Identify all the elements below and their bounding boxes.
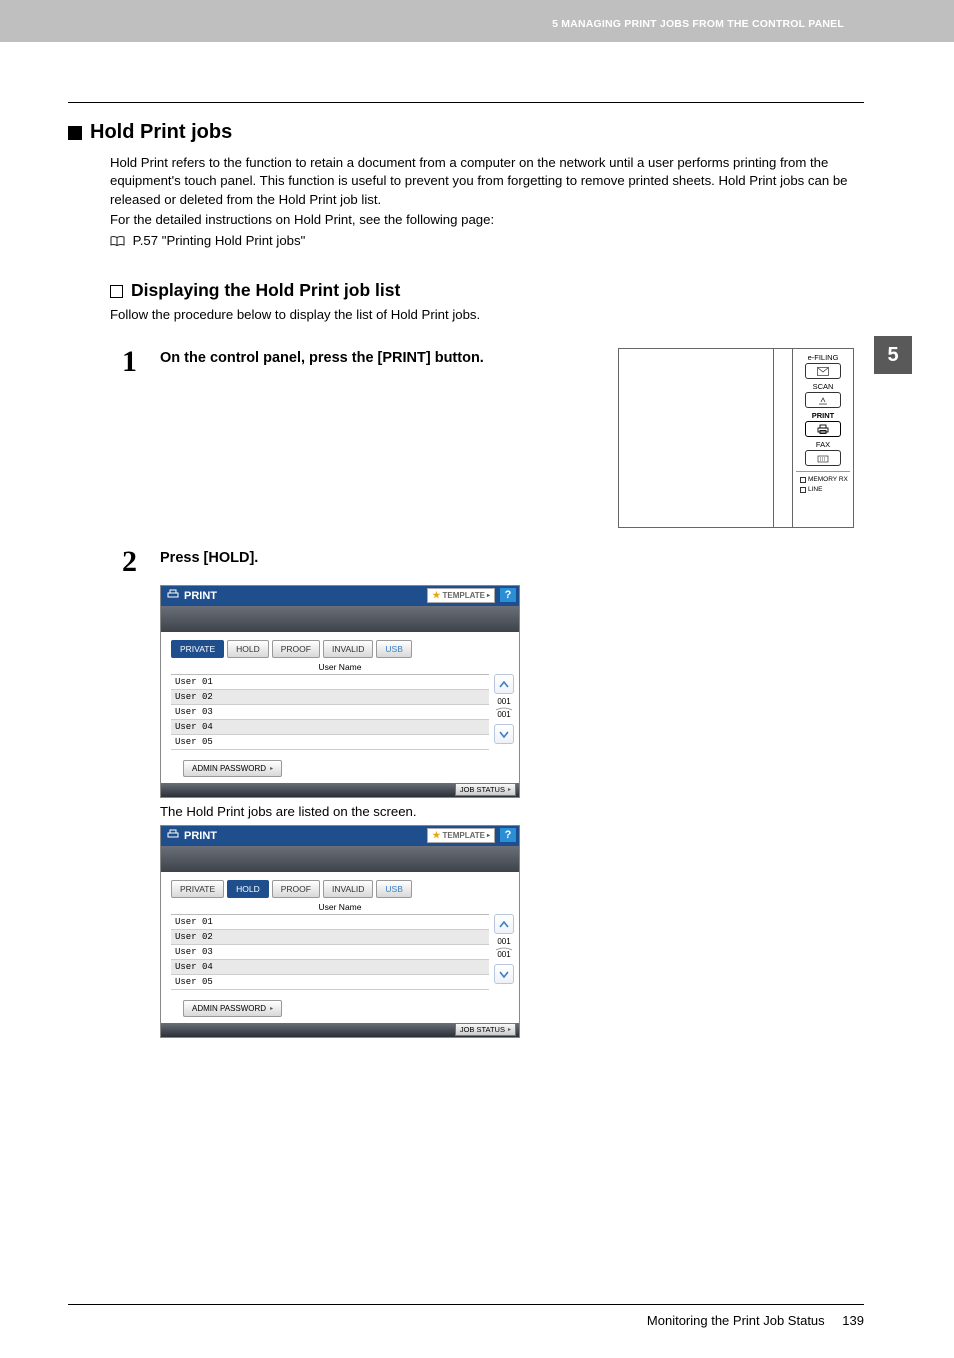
list-item[interactable]: User 03: [171, 945, 489, 960]
tab-hold[interactable]: HOLD: [227, 880, 269, 898]
control-panel-illustration: e-FILING SCAN PRINT FAX MEMORY RX LINE: [618, 348, 854, 528]
tab-proof[interactable]: PROOF: [272, 880, 320, 898]
scroll-down-button[interactable]: [494, 964, 514, 984]
line-indicator: LINE: [800, 486, 850, 493]
tab-proof[interactable]: PROOF: [272, 640, 320, 658]
list-item[interactable]: User 01: [171, 915, 489, 930]
memory-rx-indicator: MEMORY RX: [800, 476, 850, 483]
printer-icon: [167, 829, 179, 843]
help-button[interactable]: ?: [500, 588, 516, 602]
list-item[interactable]: User 03: [171, 705, 489, 720]
step-2-result: The Hold Print jobs are listed on the sc…: [160, 804, 864, 819]
admin-password-button[interactable]: ADMIN PASSWORD▸: [183, 760, 282, 777]
screen-spacer: [161, 606, 519, 632]
scan-button-group: SCAN: [796, 382, 850, 408]
job-list: User 01 User 02 User 03 User 04 User 05: [171, 914, 489, 990]
tabs-row: PRIVATE HOLD PROOF INVALID USB: [161, 872, 519, 898]
bottom-status-bar: JOB STATUS▸: [161, 783, 519, 797]
screen-title-bar: PRINT ★TEMPLATE▸ ?: [161, 586, 519, 606]
print-button[interactable]: [805, 421, 841, 437]
tab-private[interactable]: PRIVATE: [171, 880, 224, 898]
scan-button[interactable]: [805, 392, 841, 408]
scroll-up-button[interactable]: [494, 914, 514, 934]
print-button-group: PRINT: [796, 411, 850, 437]
screen-title-bar: PRINT ★TEMPLATE▸ ?: [161, 826, 519, 846]
fax-label: FAX: [816, 440, 830, 449]
subsection-title: Displaying the Hold Print job list: [131, 280, 400, 301]
list-item[interactable]: User 05: [171, 735, 489, 750]
efiling-button[interactable]: [805, 363, 841, 379]
step-1-instruction: On the control panel, press the [PRINT] …: [160, 348, 484, 366]
tab-private[interactable]: PRIVATE: [171, 640, 224, 658]
page-indicator: 001 001: [495, 698, 513, 720]
tab-usb[interactable]: USB: [376, 880, 411, 898]
admin-password-button[interactable]: ADMIN PASSWORD▸: [183, 1000, 282, 1017]
help-button[interactable]: ?: [500, 828, 516, 842]
fax-button-group: FAX: [796, 440, 850, 466]
efiling-label: e-FILING: [808, 353, 839, 362]
intro-para-1: Hold Print refers to the function to ret…: [110, 154, 864, 209]
column-header: User Name: [161, 658, 519, 674]
section-bullet-icon: [68, 126, 82, 140]
chapter-running-head: 5 MANAGING PRINT JOBS FROM THE CONTROL P…: [552, 18, 844, 30]
job-list: User 01 User 02 User 03 User 04 User 05: [171, 674, 489, 750]
star-icon: ★: [432, 830, 440, 841]
tab-invalid[interactable]: INVALID: [323, 640, 373, 658]
intro-para-2: For the detailed instructions on Hold Pr…: [110, 211, 864, 229]
tabs-row: PRIVATE HOLD PROOF INVALID USB: [161, 632, 519, 658]
chapter-tab: 5: [874, 336, 912, 374]
scan-label: SCAN: [813, 382, 834, 391]
tab-usb[interactable]: USB: [376, 640, 411, 658]
column-header: User Name: [161, 898, 519, 914]
job-status-button[interactable]: JOB STATUS▸: [455, 783, 516, 796]
step-2-instruction: Press [HOLD].: [160, 548, 258, 566]
screen-spacer: [161, 846, 519, 872]
touch-screen-after: PRINT ★TEMPLATE▸ ? PRIVATE HOLD PROOF IN…: [160, 825, 520, 1038]
page-reference-text: P.57 "Printing Hold Print jobs": [133, 233, 306, 248]
fax-button[interactable]: [805, 450, 841, 466]
list-scroll-nav: 001 001: [493, 674, 515, 744]
touch-screen-before: PRINT ★TEMPLATE▸ ? PRIVATE HOLD PROOF IN…: [160, 585, 520, 798]
star-icon: ★: [432, 590, 440, 601]
scroll-down-button[interactable]: [494, 724, 514, 744]
printer-icon: [167, 589, 179, 603]
section-title: Hold Print jobs: [90, 121, 232, 144]
footer-section-name: Monitoring the Print Job Status: [647, 1313, 825, 1328]
efiling-button-group: e-FILING: [796, 353, 850, 379]
list-scroll-nav: 001 001: [493, 914, 515, 984]
screen-title-text: PRINT: [184, 590, 217, 602]
list-item[interactable]: User 02: [171, 930, 489, 945]
subsection-lead: Follow the procedure below to display th…: [110, 307, 864, 322]
subsection-bullet-icon: [110, 285, 123, 298]
page-indicator: 001 001: [495, 938, 513, 960]
scroll-up-button[interactable]: [494, 674, 514, 694]
screen-title-text: PRINT: [184, 830, 217, 842]
step-number-2: 2: [122, 548, 160, 575]
page-reference: P.57 "Printing Hold Print jobs": [110, 232, 864, 250]
job-status-button[interactable]: JOB STATUS▸: [455, 1023, 516, 1036]
book-icon: [110, 236, 125, 247]
tab-hold[interactable]: HOLD: [227, 640, 269, 658]
print-label: PRINT: [812, 411, 835, 420]
list-item[interactable]: User 04: [171, 720, 489, 735]
step-number-1: 1: [122, 348, 160, 375]
footer-page-number: 139: [842, 1313, 864, 1328]
page-header: 5 MANAGING PRINT JOBS FROM THE CONTROL P…: [0, 0, 954, 42]
tab-invalid[interactable]: INVALID: [323, 880, 373, 898]
list-item[interactable]: User 04: [171, 960, 489, 975]
list-item[interactable]: User 02: [171, 690, 489, 705]
template-button[interactable]: ★TEMPLATE▸: [427, 588, 495, 603]
bottom-status-bar: JOB STATUS▸: [161, 1023, 519, 1037]
template-button[interactable]: ★TEMPLATE▸: [427, 828, 495, 843]
page-footer: Monitoring the Print Job Status 139: [68, 1313, 864, 1328]
list-item[interactable]: User 05: [171, 975, 489, 990]
list-item[interactable]: User 01: [171, 675, 489, 690]
